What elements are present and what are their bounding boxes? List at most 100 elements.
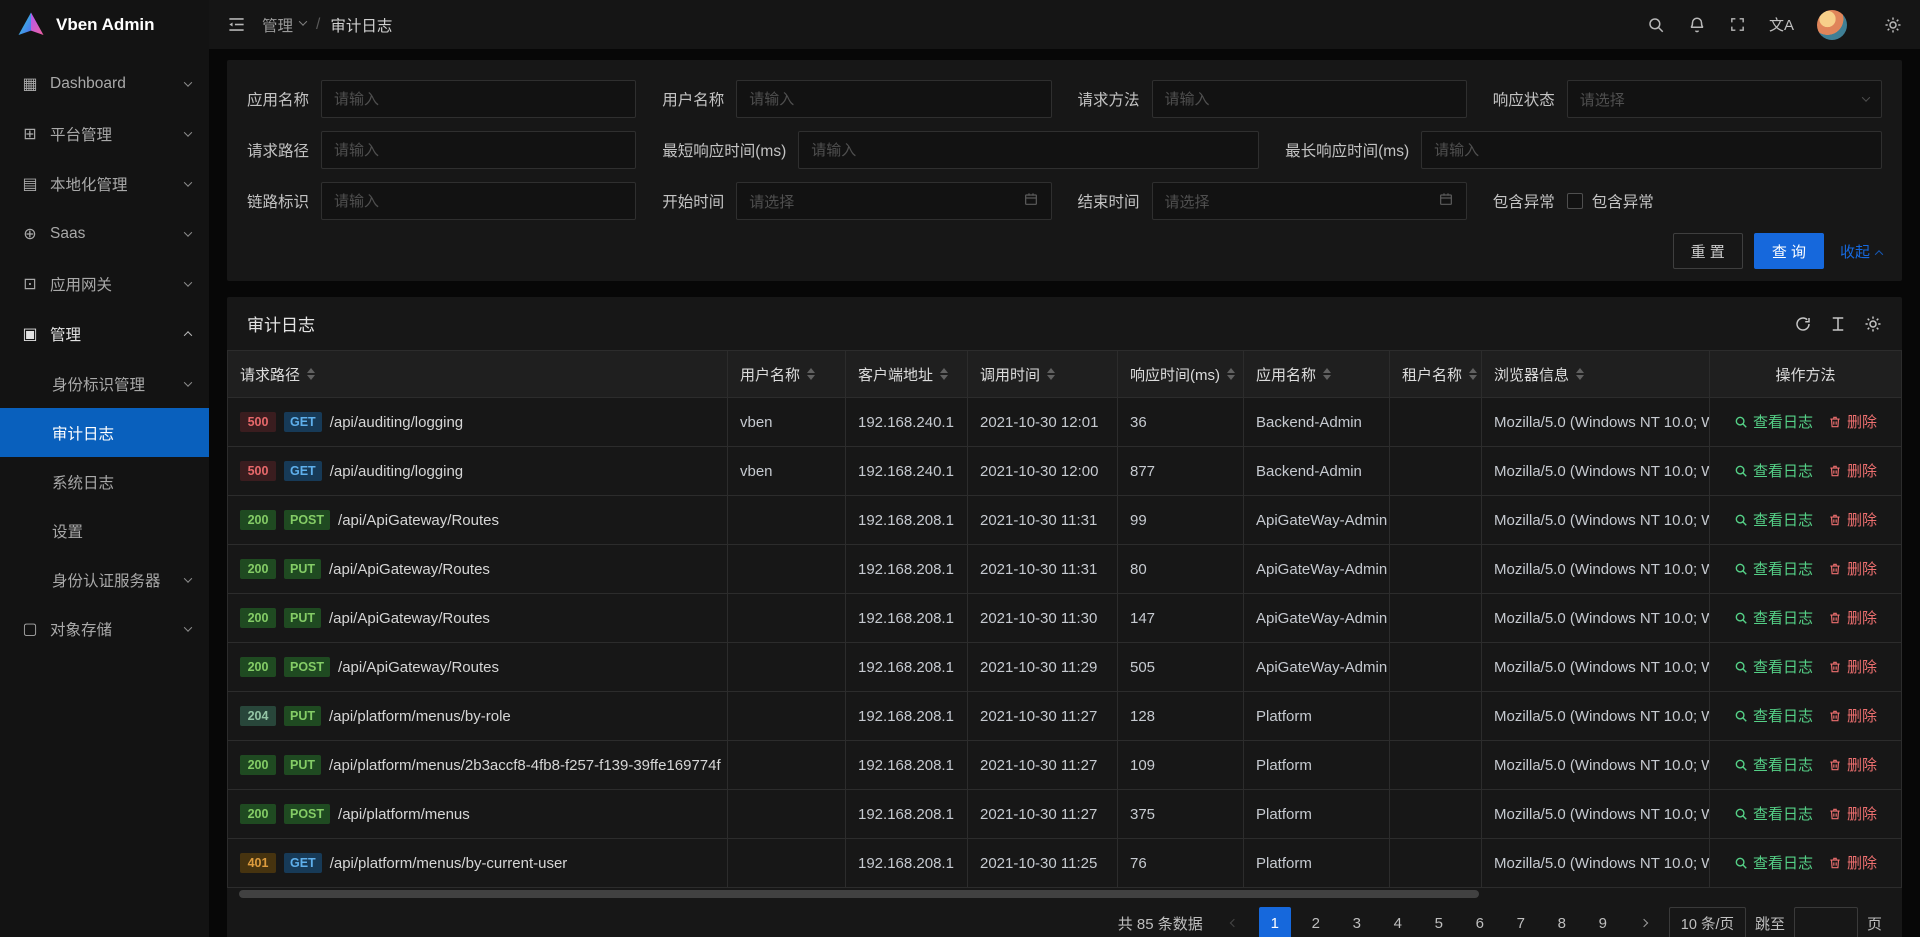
filter-input-app-name[interactable]	[321, 80, 636, 118]
app-name-cell: ApiGateWay-Admin	[1244, 594, 1390, 643]
view-log-button[interactable]: 查看日志	[1734, 411, 1813, 432]
view-log-button[interactable]: 查看日志	[1734, 607, 1813, 628]
column-header[interactable]: 客户端地址	[846, 351, 968, 398]
sort-icon[interactable]	[1227, 368, 1235, 380]
query-button[interactable]: 查 询	[1754, 233, 1824, 269]
fullscreen-icon[interactable]	[1729, 16, 1746, 33]
view-log-button[interactable]: 查看日志	[1734, 656, 1813, 677]
bell-icon[interactable]	[1688, 16, 1706, 34]
translate-icon[interactable]: 文A	[1769, 14, 1794, 35]
sidebar-subitem-auth-server[interactable]: 身份认证服务器	[0, 555, 209, 604]
delete-button[interactable]: 删除	[1828, 460, 1877, 481]
sidebar-item-gateway[interactable]: ⊡应用网关	[0, 259, 209, 309]
page-button-5[interactable]: 5	[1423, 907, 1455, 937]
filter-field-label: 开始时间	[662, 190, 724, 212]
delete-button[interactable]: 删除	[1828, 754, 1877, 775]
page-button-9[interactable]: 9	[1587, 907, 1619, 937]
view-log-button[interactable]: 查看日志	[1734, 705, 1813, 726]
next-page-button[interactable]	[1628, 907, 1660, 937]
sort-icon[interactable]	[1323, 368, 1331, 380]
view-log-button[interactable]: 查看日志	[1734, 754, 1813, 775]
column-header[interactable]: 响应时间(ms)	[1118, 351, 1244, 398]
filter-input-max-elapsed[interactable]	[1421, 131, 1882, 169]
search-icon[interactable]	[1647, 16, 1665, 34]
filter-select-response-status[interactable]: 请选择	[1567, 80, 1882, 118]
column-header[interactable]: 租户名称	[1390, 351, 1482, 398]
include-exception-checkbox[interactable]	[1567, 193, 1583, 209]
sidebar-item-dashboard[interactable]: ▦Dashboard	[0, 59, 209, 109]
sidebar-item-localization[interactable]: ▤本地化管理	[0, 159, 209, 209]
sort-icon[interactable]	[1469, 368, 1477, 380]
prev-page-button[interactable]	[1218, 907, 1250, 937]
page-button-7[interactable]: 7	[1505, 907, 1537, 937]
delete-button[interactable]: 删除	[1828, 705, 1877, 726]
sort-icon[interactable]	[307, 368, 315, 380]
sort-icon[interactable]	[1576, 368, 1584, 380]
delete-button[interactable]: 删除	[1828, 411, 1877, 432]
sidebar-item-management[interactable]: ▣管理	[0, 309, 209, 359]
page-button-1[interactable]: 1	[1259, 907, 1291, 937]
delete-button[interactable]: 删除	[1828, 509, 1877, 530]
sort-icon[interactable]	[1047, 368, 1055, 380]
filter-field-start-time: 开始时间请选择	[662, 182, 1051, 220]
method-badge: GET	[284, 412, 322, 432]
sidebar-subitem-audit-log[interactable]: 审计日志	[0, 408, 209, 457]
logo[interactable]: Vben Admin	[0, 0, 209, 49]
row-height-icon[interactable]	[1829, 315, 1847, 333]
menu-fold-icon[interactable]	[227, 15, 246, 34]
page-button-3[interactable]: 3	[1341, 907, 1373, 937]
view-log-button[interactable]: 查看日志	[1734, 803, 1813, 824]
column-header[interactable]: 调用时间	[968, 351, 1118, 398]
delete-button[interactable]: 删除	[1828, 656, 1877, 677]
collapse-link[interactable]: 收起	[1840, 241, 1882, 262]
scrollbar-thumb[interactable]	[239, 890, 1479, 898]
delete-button[interactable]: 删除	[1828, 852, 1877, 873]
sidebar-subitem-system-log[interactable]: 系统日志	[0, 457, 209, 506]
column-header[interactable]: 浏览器信息	[1482, 351, 1710, 398]
view-log-button[interactable]: 查看日志	[1734, 509, 1813, 530]
column-header-inner: 请求路径	[240, 364, 715, 385]
column-settings-icon[interactable]	[1864, 315, 1882, 333]
sort-icon[interactable]	[807, 368, 815, 380]
sidebar-item-saas[interactable]: ⊕Saas	[0, 209, 209, 259]
view-log-button[interactable]: 查看日志	[1734, 460, 1813, 481]
user-name-cell: vben	[728, 447, 846, 496]
refresh-icon[interactable]	[1794, 315, 1812, 333]
table-row: 200POST/api/ApiGateway/Routes192.168.208…	[228, 643, 1902, 692]
chevron-down-icon	[184, 78, 192, 86]
filter-input-min-elapsed[interactable]	[798, 131, 1259, 169]
status-badge: 500	[240, 412, 276, 432]
page-button-8[interactable]: 8	[1546, 907, 1578, 937]
jump-input[interactable]	[1794, 907, 1858, 937]
sidebar-subitem-identity[interactable]: 身份标识管理	[0, 359, 209, 408]
column-header[interactable]: 应用名称	[1244, 351, 1390, 398]
view-log-button[interactable]: 查看日志	[1734, 558, 1813, 579]
sidebar-item-object-storage[interactable]: ▢对象存储	[0, 604, 209, 654]
horizontal-scrollbar[interactable]	[227, 888, 1902, 900]
filter-input-user-name[interactable]	[736, 80, 1051, 118]
sidebar-subitem-settings[interactable]: 设置	[0, 506, 209, 555]
page-button-4[interactable]: 4	[1382, 907, 1414, 937]
view-log-button[interactable]: 查看日志	[1734, 852, 1813, 873]
sort-icon[interactable]	[940, 368, 948, 380]
page-size-select[interactable]: 10 条/页	[1669, 907, 1746, 937]
delete-button[interactable]: 删除	[1828, 607, 1877, 628]
page-button-6[interactable]: 6	[1464, 907, 1496, 937]
reset-button[interactable]: 重 置	[1673, 233, 1743, 269]
delete-button[interactable]: 删除	[1828, 803, 1877, 824]
settings-gear-icon[interactable]	[1884, 16, 1902, 34]
page-button-2[interactable]: 2	[1300, 907, 1332, 937]
filter-date-start-time[interactable]: 请选择	[736, 182, 1051, 220]
filter-input-request-method[interactable]	[1152, 80, 1467, 118]
column-header[interactable]: 请求路径	[228, 351, 728, 398]
avatar[interactable]	[1817, 10, 1847, 40]
filter-input-request-path[interactable]	[321, 131, 636, 169]
breadcrumb-item-manage[interactable]: 管理	[262, 14, 306, 36]
delete-button[interactable]: 删除	[1828, 558, 1877, 579]
sidebar-item-platform[interactable]: ⊞平台管理	[0, 109, 209, 159]
call-time-cell: 2021-10-30 11:27	[968, 741, 1118, 790]
filter-input-trace-id[interactable]	[321, 182, 636, 220]
column-header[interactable]: 操作方法	[1710, 351, 1902, 398]
column-header[interactable]: 用户名称	[728, 351, 846, 398]
filter-date-end-time[interactable]: 请选择	[1152, 182, 1467, 220]
